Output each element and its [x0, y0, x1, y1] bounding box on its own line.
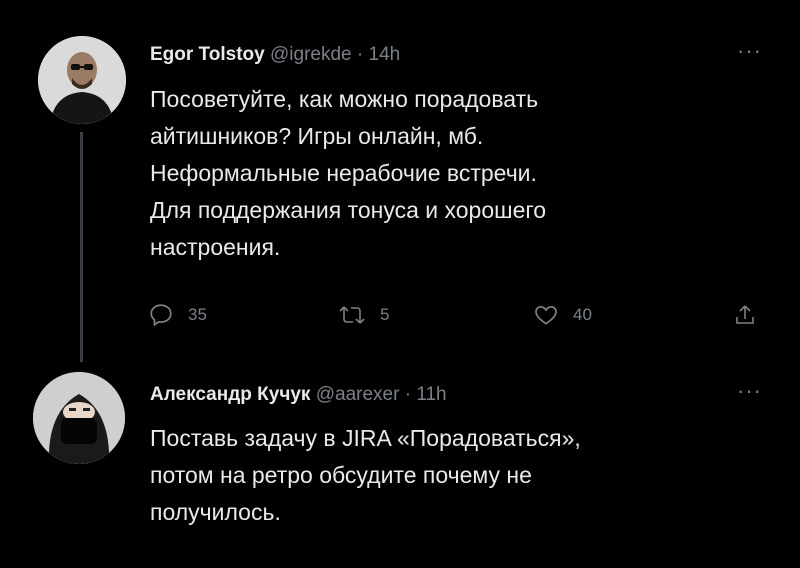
timestamp[interactable]: 11h	[416, 384, 446, 405]
tweet-actions: 35 5 40	[148, 302, 768, 336]
retweet-button[interactable]: 5	[338, 302, 389, 328]
author-name[interactable]: Александр Кучук	[150, 384, 310, 405]
timestamp[interactable]: 14h	[369, 44, 401, 65]
avatar-image	[33, 372, 125, 464]
tweet-text: Поставь задачу в JIRA «Порадоваться», по…	[150, 420, 581, 531]
heart-icon	[535, 306, 557, 325]
thread-line	[80, 132, 83, 362]
tweet-text: Посоветуйте, как можно порадовать айтишн…	[150, 81, 546, 266]
more-options-button[interactable]: ···	[737, 38, 762, 64]
share-button[interactable]	[733, 302, 757, 328]
tweet-text-line: айтишников? Игры онлайн, мб.	[150, 123, 484, 149]
separator: ·	[356, 44, 364, 65]
tweet-text-line: Поставь задачу в JIRA «Порадоваться»,	[150, 425, 581, 451]
tweet-header: Александр Кучук @aarexer · 11h	[150, 384, 447, 406]
like-button[interactable]: 40	[533, 302, 592, 328]
tweet-header: Egor Tolstoy @igrekde · 14h	[150, 44, 400, 66]
share-icon	[736, 305, 754, 324]
author-handle[interactable]: @aarexer	[316, 384, 400, 405]
tweet-text-line: настроения.	[150, 234, 281, 260]
reply-icon	[150, 304, 172, 327]
tweet-text-line: Посоветуйте, как можно порадовать	[150, 86, 539, 112]
retweet-count: 5	[380, 305, 390, 324]
author-name[interactable]: Egor Tolstoy	[150, 44, 265, 65]
avatar[interactable]	[38, 36, 126, 124]
tweet-text-line: потом на ретро обсудите почему не	[150, 462, 532, 488]
retweet-icon	[339, 306, 365, 324]
more-options-button[interactable]: ···	[737, 378, 762, 404]
avatar-image	[38, 36, 126, 124]
reply-button[interactable]: 35	[148, 302, 207, 328]
author-handle[interactable]: @igrekde	[270, 44, 352, 65]
reply-count: 35	[188, 305, 207, 324]
avatar[interactable]	[33, 372, 125, 464]
separator: ·	[404, 384, 412, 405]
tweet-text-line: получилось.	[150, 499, 281, 525]
tweet-text-line: Для поддержания тонуса и хорошего	[150, 197, 547, 223]
tweet-text-line: Неформальные нерабочие встречи.	[150, 160, 537, 186]
like-count: 40	[573, 305, 592, 324]
